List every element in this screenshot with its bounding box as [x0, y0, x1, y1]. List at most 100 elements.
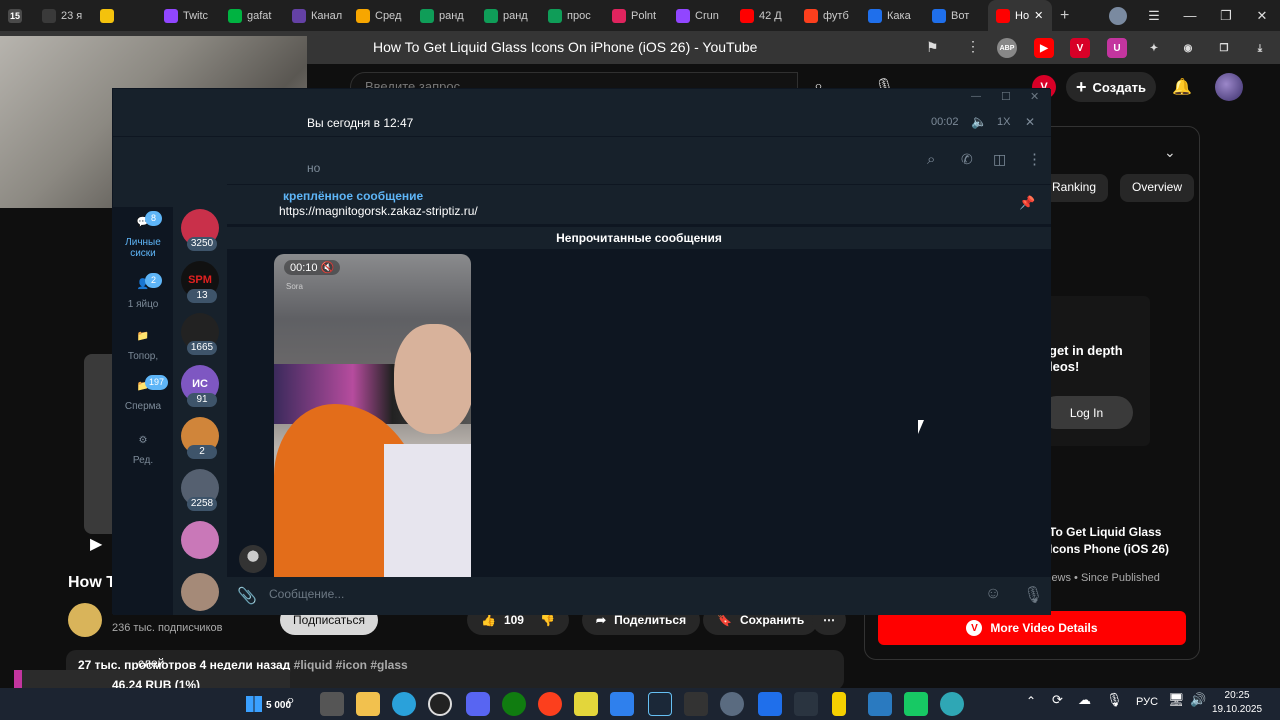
- folder-item[interactable]: 📁 Топор,: [113, 331, 173, 362]
- media-icon[interactable]: ◉: [1178, 38, 1198, 58]
- sync-icon[interactable]: ⟳: [1052, 692, 1063, 708]
- folder-item[interactable]: 👤 1 яйцо 2: [113, 273, 173, 310]
- browser-tab[interactable]: ранд: [412, 0, 476, 31]
- u-ext-icon[interactable]: U: [1107, 38, 1127, 58]
- play-icon[interactable]: ▶: [90, 534, 102, 554]
- sender-avatar[interactable]: [239, 545, 267, 573]
- profile-icon[interactable]: [1100, 0, 1136, 31]
- discord-icon[interactable]: [466, 692, 490, 716]
- more-icon[interactable]: ⋮: [966, 38, 980, 55]
- browser-tab[interactable]: 23 я: [34, 0, 92, 31]
- terminal-icon[interactable]: [684, 692, 708, 716]
- browser-tab[interactable]: ранд: [476, 0, 540, 31]
- task-view-icon[interactable]: [320, 692, 344, 716]
- avatar[interactable]: [1215, 73, 1243, 101]
- more-icon[interactable]: ⋮: [1027, 150, 1042, 168]
- new-tab-button[interactable]: +: [1052, 0, 1082, 31]
- browser-tab[interactable]: прос: [540, 0, 604, 31]
- tray-arrow-icon[interactable]: ⌃: [1026, 694, 1036, 708]
- search-icon[interactable]: ⌕: [286, 692, 295, 710]
- emoji-icon[interactable]: ☺: [985, 585, 1001, 603]
- bookmark-icon[interactable]: ⚑: [926, 39, 939, 56]
- file-explorer-icon[interactable]: [356, 692, 380, 716]
- hashtags[interactable]: #liquid #icon #glass: [294, 658, 408, 672]
- yandex-icon[interactable]: [538, 692, 562, 716]
- tab-counter[interactable]: 15: [0, 0, 34, 31]
- mic-icon[interactable]: 🎙: [1023, 585, 1043, 605]
- browser-tab[interactable]: Crun: [668, 0, 732, 31]
- download-icon[interactable]: ⤓: [1250, 38, 1270, 58]
- attach-icon[interactable]: 📎: [237, 586, 257, 606]
- edge-icon[interactable]: [940, 692, 964, 716]
- bell-icon[interactable]: 🔔: [1172, 77, 1192, 97]
- channel-avatar[interactable]: [68, 603, 102, 637]
- minimize-icon[interactable]: —: [1172, 0, 1208, 31]
- chat-avatar[interactable]: [181, 521, 219, 559]
- browser-tab[interactable]: Сред: [348, 0, 412, 31]
- browser-tab[interactable]: Вот: [924, 0, 988, 31]
- vscode-icon[interactable]: [868, 692, 892, 716]
- chat-avatar[interactable]: [181, 573, 219, 611]
- maximize-icon[interactable]: ☐: [1001, 90, 1011, 103]
- telegram-icon[interactable]: [392, 692, 416, 716]
- browser-tab[interactable]: Кака: [860, 0, 924, 31]
- spotify-like-icon[interactable]: [904, 692, 928, 716]
- browser-tab[interactable]: Канал: [284, 0, 348, 31]
- youtube-ext-icon[interactable]: ▶: [1034, 38, 1054, 58]
- volume-icon[interactable]: 🔈: [971, 114, 987, 130]
- adblock-icon[interactable]: ABP: [997, 38, 1017, 58]
- pinned-message[interactable]: креплённое сообщение https://magnitogors…: [227, 185, 1051, 225]
- video-message[interactable]: 00:10 🔇 Sora: [274, 254, 471, 577]
- folder-item[interactable]: 💬 Личные сиски 8: [113, 211, 173, 259]
- xbox-icon[interactable]: [502, 692, 526, 716]
- create-button[interactable]: + Создать: [1066, 72, 1156, 102]
- chevron-down-icon[interactable]: ⌄: [1164, 144, 1176, 161]
- network-icon[interactable]: 🖥: [1168, 692, 1185, 708]
- close-icon[interactable]: ✕: [1030, 90, 1039, 103]
- defender-icon[interactable]: [758, 692, 782, 716]
- windows-start-icon[interactable]: [246, 696, 262, 712]
- folder-item[interactable]: ⚙ Ред.: [113, 435, 173, 466]
- steam-icon[interactable]: [648, 692, 672, 716]
- language-indicator[interactable]: РУС: [1136, 696, 1158, 708]
- pinned-url[interactable]: https://magnitogorsk.zakaz-striptiz.ru/: [279, 204, 478, 218]
- sidebar-toggle-icon[interactable]: ◫: [993, 151, 1006, 168]
- battery-app-icon[interactable]: [832, 692, 846, 716]
- vivaldi-ext-icon[interactable]: V: [1070, 38, 1090, 58]
- chip-overview[interactable]: Overview: [1120, 174, 1195, 202]
- player-title[interactable]: Вы сегодня в 12:47: [307, 116, 413, 130]
- page-title[interactable]: How To Get Liquid Glass Icons On iPhone …: [373, 39, 757, 55]
- browser-tab[interactable]: gafat: [220, 0, 284, 31]
- close-player-icon[interactable]: ✕: [1025, 115, 1035, 129]
- volume-tray-icon[interactable]: 🔊: [1190, 692, 1206, 708]
- more-details-button[interactable]: V More Video Details: [878, 611, 1186, 645]
- pin-list-icon[interactable]: 📌: [1019, 195, 1035, 211]
- photos-icon[interactable]: [610, 692, 634, 716]
- obs-icon[interactable]: [428, 692, 452, 716]
- browser-tab[interactable]: Polnt: [604, 0, 668, 31]
- menu-icon[interactable]: ☰: [1136, 0, 1172, 31]
- folder-item[interactable]: 📁 Сперма 197: [113, 375, 173, 412]
- browser-tab[interactable]: [92, 0, 156, 31]
- side-video-title[interactable]: To Get Liquid Glass Icons Phone (iOS 26): [1049, 524, 1189, 558]
- search-icon[interactable]: ⌕: [927, 151, 935, 168]
- restore-icon[interactable]: ❐: [1208, 0, 1244, 31]
- close-tab-icon[interactable]: ✕: [1034, 9, 1043, 22]
- login-button[interactable]: Log In: [1040, 396, 1133, 429]
- app-icon[interactable]: [794, 692, 818, 716]
- extensions-icon[interactable]: ❒: [1214, 38, 1234, 58]
- call-icon[interactable]: ✆: [961, 151, 973, 168]
- browser-tab[interactable]: Twitc: [156, 0, 220, 31]
- mute-icon[interactable]: 🔇: [321, 262, 335, 274]
- minimize-icon[interactable]: —: [971, 91, 981, 102]
- mic-tray-icon[interactable]: 🎙: [1106, 692, 1123, 708]
- close-window-icon[interactable]: ✕: [1244, 0, 1280, 31]
- settings-icon[interactable]: [720, 692, 744, 716]
- browser-tab[interactable]: 42 Д: [732, 0, 796, 31]
- speed-button[interactable]: 1X: [997, 116, 1010, 128]
- browser-tab[interactable]: Но ✕: [988, 0, 1052, 31]
- notes-icon[interactable]: [574, 692, 598, 716]
- cloud-icon[interactable]: ☁: [1078, 692, 1091, 708]
- message-input[interactable]: Сообщение...: [269, 587, 344, 601]
- browser-tab[interactable]: футб: [796, 0, 860, 31]
